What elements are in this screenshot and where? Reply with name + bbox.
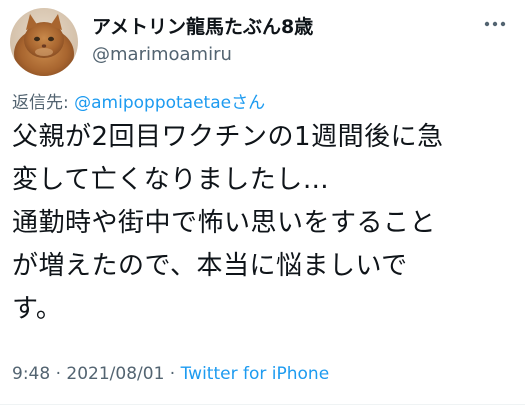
tweet-meta: 9:48 · 2021/08/01 · Twitter for iPhone [12, 364, 329, 384]
tweet-text-line: が増えたので、本当に悩ましいで [12, 251, 408, 281]
more-button[interactable] [478, 14, 512, 34]
author-display-name[interactable]: アメトリン龍馬たぶん8歳 [92, 12, 313, 39]
tweet-card: アメトリン龍馬たぶん8歳 @marimoamiru 返信先: @amipoppo… [0, 0, 525, 407]
tweet-text-line: す。 [12, 294, 63, 324]
tweet-time[interactable]: 9:48 [12, 364, 50, 384]
cat-avatar-image [10, 8, 78, 76]
more-horizontal-icon [484, 21, 506, 27]
author-handle[interactable]: @marimoamiru [92, 44, 232, 65]
reply-mention-link[interactable]: @amipoppotaetae [74, 93, 231, 113]
reply-prefix: 返信先: [12, 93, 75, 113]
meta-separator: · [50, 364, 67, 384]
tweet-text-line: 通勤時や街中で怖い思いをすること [12, 208, 437, 238]
tweet-source-link[interactable]: Twitter for iPhone [181, 364, 330, 384]
tweet-date[interactable]: 2021/08/01 [66, 364, 164, 384]
tweet-text: 父親が2回目ワクチンの1週間後に急 変して亡くなりましたし… 通勤時や街中で怖い… [12, 116, 517, 331]
reply-to-line: 返信先: @amipoppotaetaeさん [12, 88, 265, 113]
reply-suffix: さん [231, 93, 266, 113]
divider [0, 404, 525, 405]
meta-separator: · [164, 364, 181, 384]
tweet-text-line: 父親が2回目ワクチンの1週間後に急 [12, 122, 444, 152]
tweet-text-line: 変して亡くなりましたし… [12, 165, 330, 195]
avatar[interactable] [10, 8, 78, 76]
